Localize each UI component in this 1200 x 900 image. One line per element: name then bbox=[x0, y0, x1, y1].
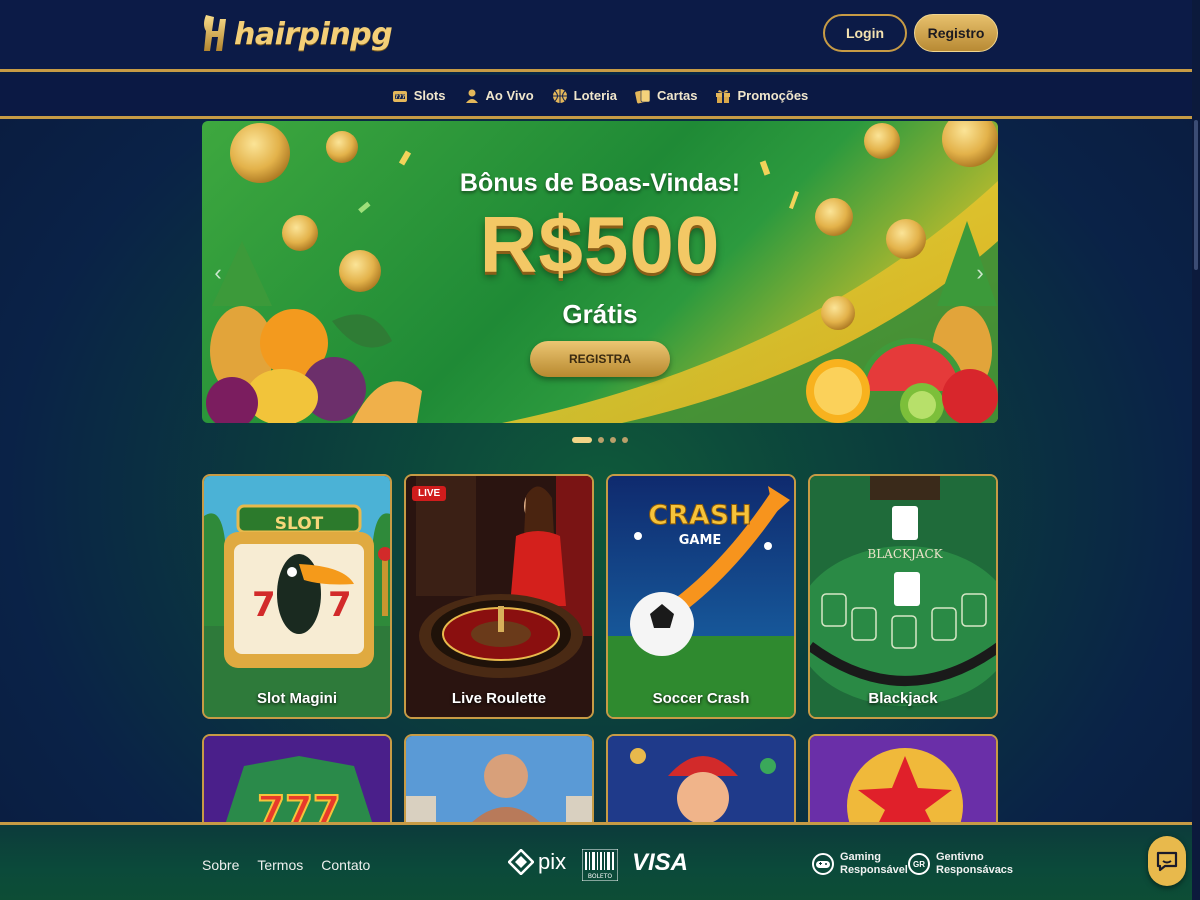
nav-item-label: Promoções bbox=[737, 88, 809, 103]
footer-link-sobre[interactable]: Sobre bbox=[202, 857, 239, 873]
boleto-text: BOLETO bbox=[588, 873, 613, 880]
game-card-star[interactable] bbox=[808, 734, 998, 826]
chat-bubble-icon bbox=[1156, 851, 1178, 872]
footer-link-contato[interactable]: Contato bbox=[321, 857, 370, 873]
footer-link-termos[interactable]: Termos bbox=[257, 857, 303, 873]
game-card-label: Soccer Crash bbox=[652, 690, 750, 707]
nav-item-ao-vivo[interactable]: Ao Vivo bbox=[464, 88, 534, 104]
slot-machine-icon: 777 bbox=[392, 88, 408, 104]
visa-text: VISA bbox=[632, 849, 689, 876]
gamepad-icon bbox=[812, 853, 834, 875]
nav-item-promocoes[interactable]: Promoções bbox=[715, 88, 808, 104]
carousel-dot[interactable] bbox=[572, 437, 592, 443]
resp-text: Gaming Responsável bbox=[840, 851, 910, 877]
svg-text:777: 777 bbox=[257, 788, 341, 826]
barcode-icon: BOLETO bbox=[582, 849, 618, 881]
banner-title: Bônus de Boas-Vindas! bbox=[459, 169, 741, 197]
slot-sign: SLOT bbox=[275, 514, 324, 534]
nav-item-label: Cartas bbox=[657, 88, 698, 103]
carousel-dot[interactable] bbox=[598, 437, 604, 443]
visa-logo: VISA bbox=[632, 849, 688, 877]
game-card-slot-magini[interactable]: 7 7 SLOT Slot Magini bbox=[202, 474, 392, 719]
banner-register-button[interactable]: REGISTRA bbox=[530, 341, 670, 377]
svg-text:7: 7 bbox=[252, 585, 276, 625]
resp-text: Gentivno Responsávacs bbox=[936, 851, 1013, 877]
resp-line2: Responsável bbox=[840, 864, 908, 876]
live-badge: LIVE bbox=[412, 486, 447, 501]
nav-item-slots[interactable]: 777 Slots bbox=[392, 88, 446, 104]
game-card-label: Live Roulette bbox=[451, 690, 547, 707]
game-pirate-art bbox=[608, 736, 794, 826]
crash-logo-text: CRASH bbox=[648, 500, 752, 531]
game-card-777[interactable]: 777 bbox=[202, 734, 392, 826]
pix-icon bbox=[508, 849, 534, 875]
dealer-icon bbox=[464, 88, 480, 104]
svg-text:777: 777 bbox=[394, 94, 405, 100]
gift-icon bbox=[715, 88, 731, 104]
svg-text:7: 7 bbox=[328, 585, 352, 625]
resp-line2: Responsávacs bbox=[936, 864, 1014, 876]
gaming-responsavel-badge[interactable]: Gaming Responsável bbox=[812, 851, 910, 877]
banner-next-arrow-icon[interactable]: › bbox=[970, 258, 990, 288]
carousel-dots bbox=[572, 437, 628, 443]
game-card-pirate[interactable] bbox=[606, 734, 796, 826]
blackjack-table-text: BLACKJACK bbox=[867, 547, 943, 561]
pix-logo: pix bbox=[508, 849, 566, 875]
banner-prev-arrow-icon[interactable]: ‹ bbox=[208, 258, 228, 288]
game-card-blackjack[interactable]: BLACKJACK Blackjack bbox=[808, 474, 998, 719]
logo-text: hairpinpg bbox=[234, 16, 393, 52]
nav-item-cartas[interactable]: Cartas bbox=[635, 88, 697, 104]
chat-support-button[interactable] bbox=[1148, 836, 1186, 886]
carousel-dot[interactable] bbox=[610, 437, 616, 443]
game-card-label: Blackjack bbox=[868, 690, 938, 707]
login-button[interactable]: Login bbox=[823, 14, 907, 52]
game-777-art: 777 bbox=[204, 736, 390, 826]
crash-logo: CRASH GAME bbox=[648, 500, 753, 549]
carousel-dot[interactable] bbox=[622, 437, 628, 443]
crash-logo-subtext: GAME bbox=[679, 533, 722, 548]
game-star-art bbox=[810, 736, 996, 826]
gr-badge-icon: GR bbox=[908, 853, 930, 875]
register-button[interactable]: Registro bbox=[914, 14, 998, 52]
scrollbar-thumb[interactable] bbox=[1194, 120, 1198, 270]
nav-item-label: Ao Vivo bbox=[485, 88, 534, 103]
logo-h-icon bbox=[200, 11, 230, 57]
banner-amount: R$500 bbox=[479, 200, 721, 289]
footer-links: Sobre Termos Contato bbox=[202, 857, 370, 873]
lottery-ball-icon bbox=[552, 88, 568, 104]
live-roulette-art bbox=[406, 476, 592, 717]
pix-text: pix bbox=[538, 849, 567, 874]
blackjack-table-title: BLACKJACK bbox=[867, 547, 943, 561]
game-warrior-art bbox=[406, 736, 592, 826]
game-card-soccer-crash[interactable]: CRASH GAME Soccer Crash bbox=[606, 474, 796, 719]
promo-banner[interactable]: Bônus de Boas-Vindas! R$500 Grátis REGIS… bbox=[202, 121, 998, 423]
banner-subtitle: Grátis bbox=[562, 299, 638, 329]
game-card-live-roulette[interactable]: LIVE Live Roulette bbox=[404, 474, 594, 719]
nav-item-loteria[interactable]: Loteria bbox=[552, 88, 617, 104]
nav-item-label: Slots bbox=[413, 88, 446, 103]
main-nav: 777 Slots Ao Vivo Loteria Cartas Promoçõ… bbox=[0, 75, 1200, 119]
gentivno-responsavacs-badge[interactable]: GR Gentivno Responsávacs bbox=[908, 851, 1013, 877]
nav-item-label: Loteria bbox=[573, 88, 618, 103]
resp-line1: Gentivno bbox=[936, 851, 984, 863]
resp-line1: Gaming bbox=[840, 851, 881, 863]
game-card-label: Slot Magini bbox=[257, 690, 337, 707]
boleto-logo: BOLETO bbox=[582, 849, 618, 881]
slot-sign-text: SLOT bbox=[275, 514, 324, 534]
header-bar: hairpinpg Login Registro bbox=[0, 0, 1200, 72]
cards-icon bbox=[635, 88, 651, 104]
game-card-warrior[interactable] bbox=[404, 734, 594, 826]
blackjack-art bbox=[810, 476, 996, 717]
footer: Sobre Termos Contato pix BOLETO VISA Gam… bbox=[0, 822, 1200, 900]
site-logo[interactable]: hairpinpg bbox=[200, 8, 393, 60]
